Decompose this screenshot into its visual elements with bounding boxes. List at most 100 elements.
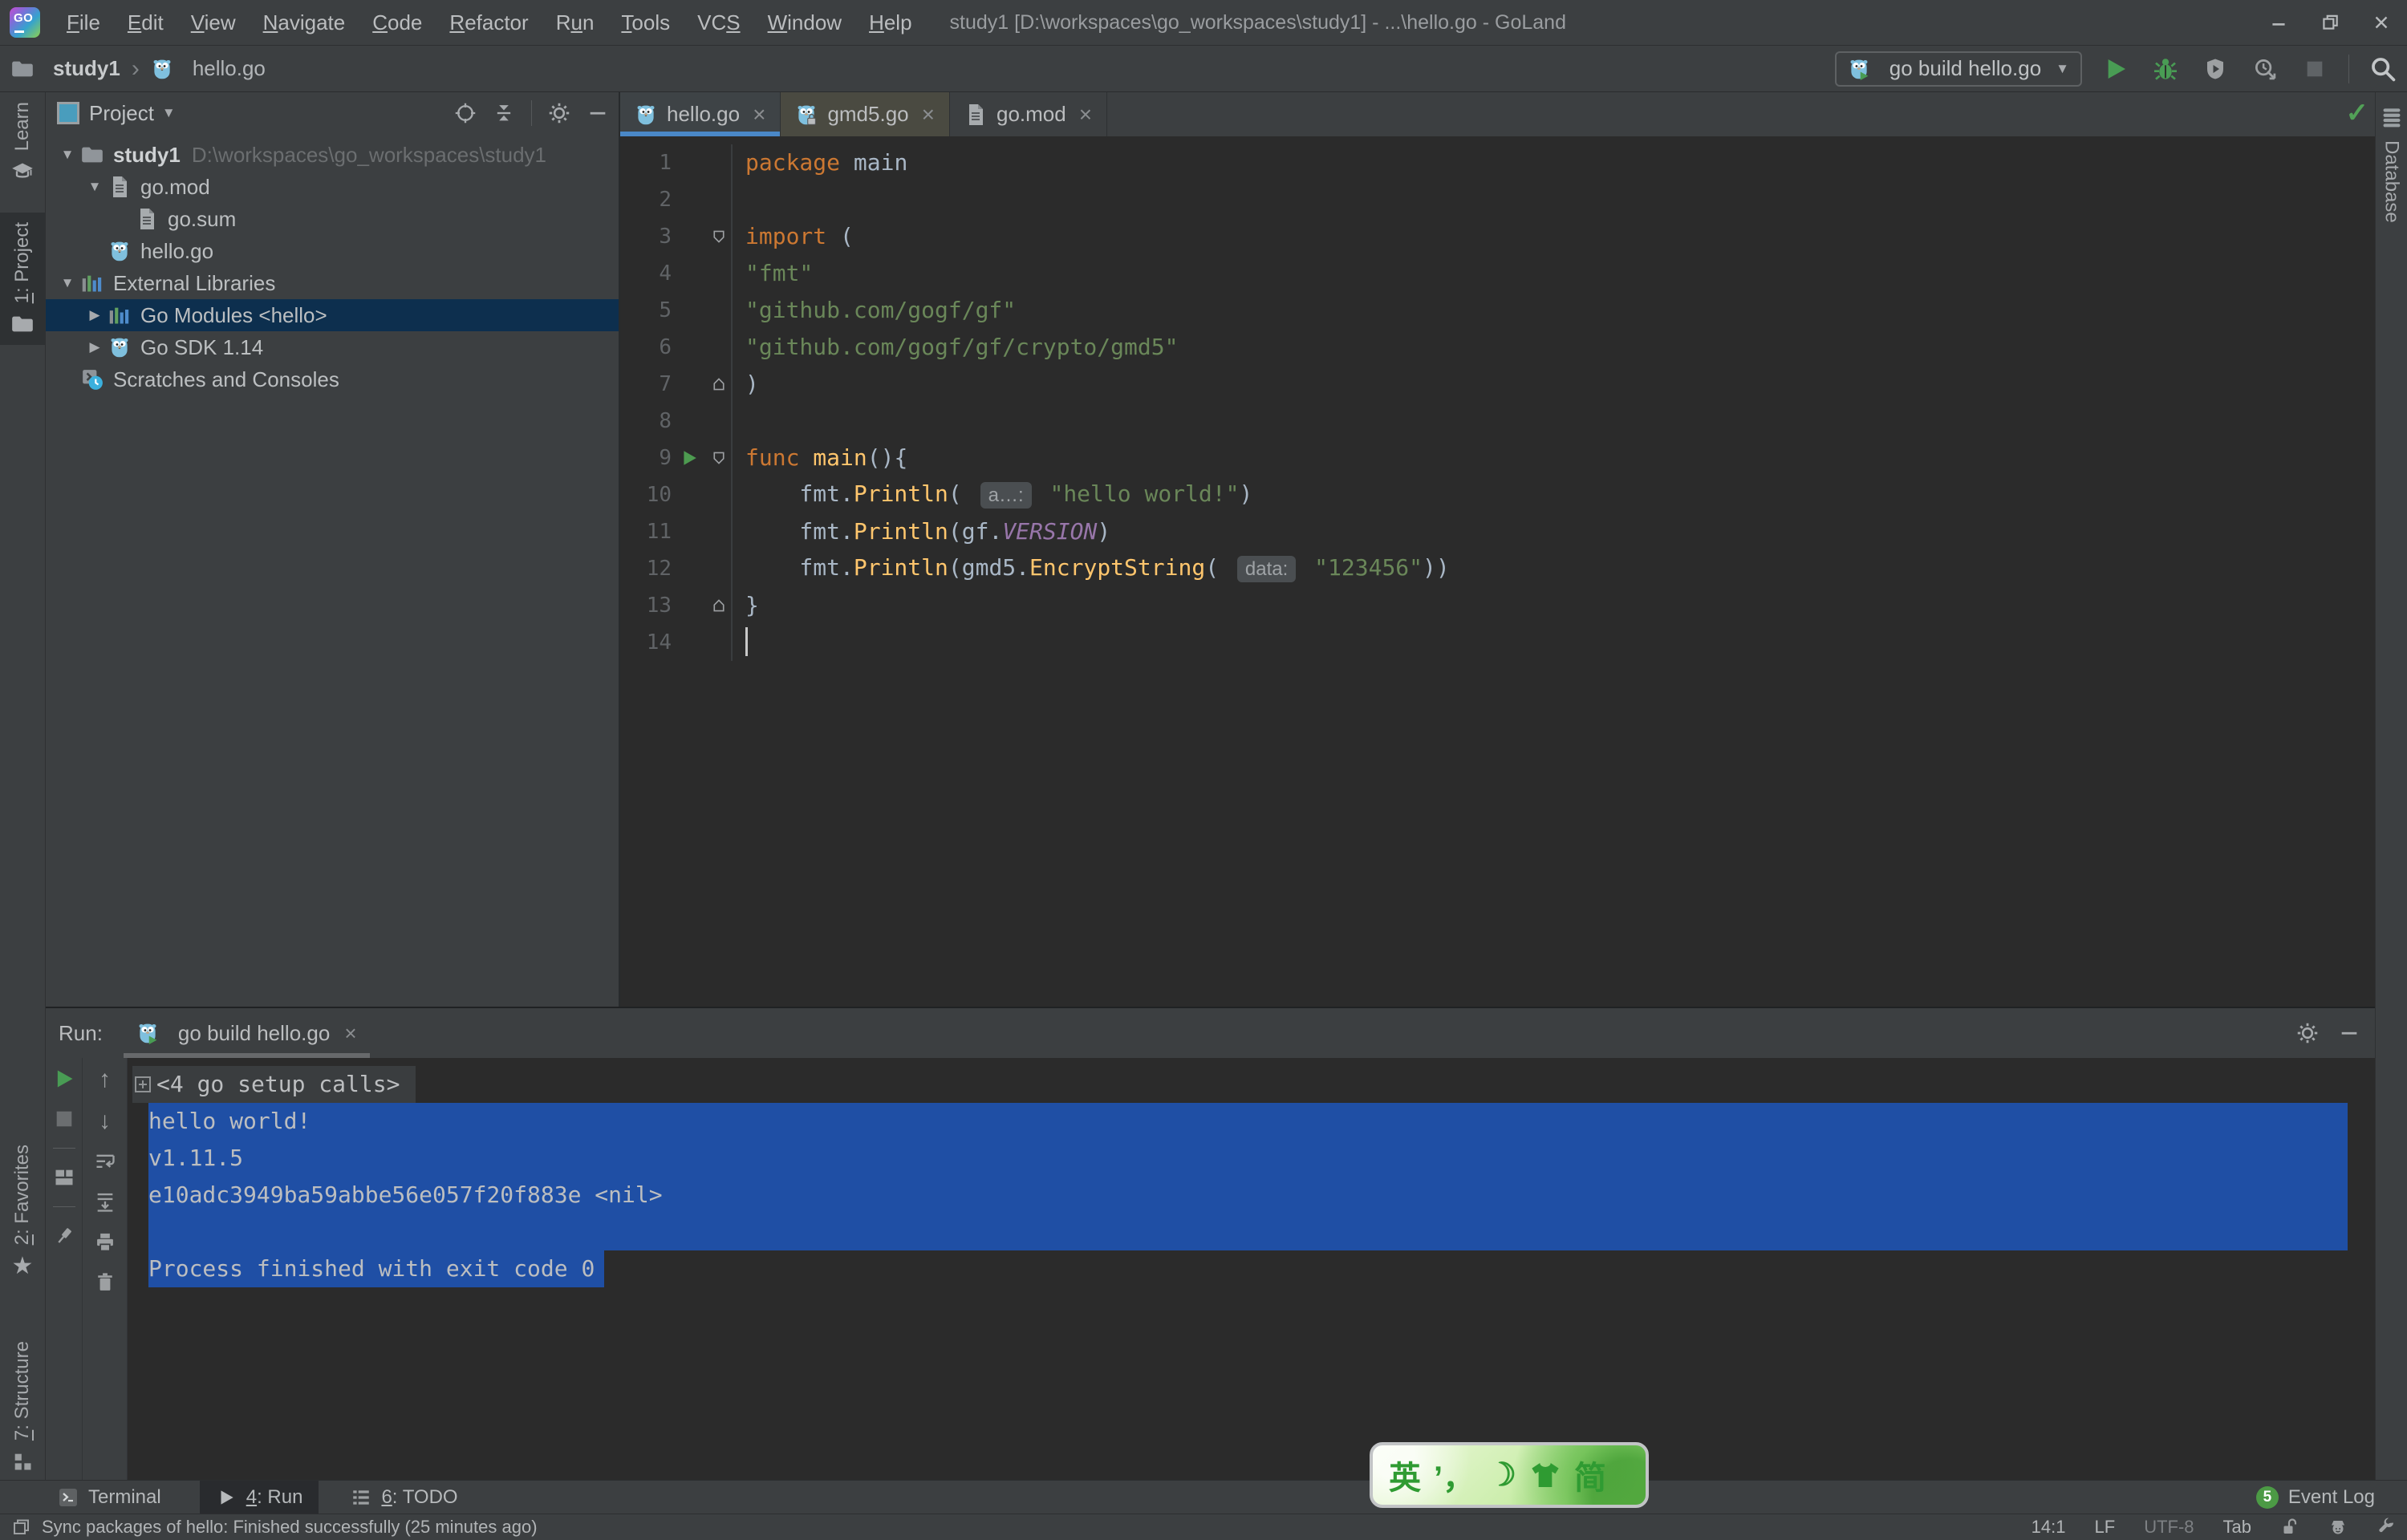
run-console-tab[interactable]: go build hello.go × [124,1008,370,1058]
ime-language-popup[interactable]: 英 ’， ☽ 简 [1370,1442,1649,1508]
close-icon[interactable]: × [344,1021,356,1046]
locate-file-button[interactable] [454,102,477,124]
breadcrumb-project[interactable]: study1 [53,56,120,81]
soft-wrap-button[interactable] [94,1151,116,1173]
tab-go.mod[interactable]: go.mod× [950,92,1107,136]
tree-collapse-icon[interactable]: ▼ [81,179,108,195]
line-number: 14 [620,624,672,661]
tree-item-external-libraries[interactable]: ▼External Libraries [46,267,619,299]
tab-gmd5.go[interactable]: gmd5.go× [781,92,950,136]
line-ending[interactable]: LF [2095,1517,2116,1538]
expand-fold-icon[interactable] [134,1076,152,1093]
tree-item-scratches-and-consoles[interactable]: Scratches and Consoles [46,363,619,395]
indent-style[interactable]: Tab [2223,1517,2251,1538]
close-button[interactable] [2356,0,2407,45]
wrench-icon[interactable] [2377,1518,2396,1537]
profiler-button[interactable] [2249,53,2281,85]
next-occurrence-button[interactable]: ↓ [99,1109,111,1133]
debug-button[interactable] [2149,53,2182,85]
menu-refactor[interactable]: Refactor [436,10,542,35]
restore-button[interactable] [2304,0,2356,45]
hide-run-panel-button[interactable] [2338,1022,2360,1044]
tool-button-project[interactable]: 1: Project [0,213,45,345]
tree-collapse-icon[interactable]: ▼ [54,275,81,291]
close-icon[interactable]: × [753,102,765,128]
pin-tab-button[interactable] [53,1225,75,1247]
gofile-icon [136,208,160,230]
menu-run[interactable]: Run [542,10,608,35]
menu-file[interactable]: File [53,10,114,35]
run-line-icon[interactable] [672,449,707,467]
status-message[interactable]: Sync packages of hello: Finished success… [42,1517,538,1538]
fold-marker-icon[interactable] [707,587,733,624]
close-icon[interactable]: × [922,102,935,128]
tool-button-run[interactable]: 4: Run [200,1481,319,1514]
tool-button-event-log[interactable]: 5 Event Log [2256,1486,2407,1509]
tool-button-terminal[interactable]: Terminal [42,1481,177,1514]
project-panel-title[interactable]: Project [89,101,154,126]
menu-view[interactable]: View [177,10,250,35]
background-tasks-icon[interactable] [11,1518,30,1537]
tree-item-study1[interactable]: ▼study1D:\workspaces\go_workspaces\study… [46,139,619,171]
run-button[interactable] [2100,53,2132,85]
tree-collapse-icon[interactable]: ▼ [54,147,81,163]
fold-gutter [707,624,733,661]
stop-button [53,1108,75,1130]
selected-output-text: Process finished with exit code 0 [148,1250,604,1287]
breadcrumb-file[interactable]: hello.go [193,56,266,81]
tree-item-go-modules-hello-[interactable]: ▶Go Modules <hello> [46,299,619,331]
tool-button-todo[interactable]: 6: TODO [335,1481,473,1514]
search-everywhere-button[interactable] [2367,53,2399,85]
tree-expand-icon[interactable]: ▶ [81,339,108,355]
tree-item-hello.go[interactable]: hello.go [46,235,619,267]
chevron-down-icon[interactable]: ▼ [162,105,176,121]
tree-expand-icon[interactable]: ▶ [81,307,108,323]
lock-open-icon[interactable] [2280,1518,2299,1537]
file-encoding[interactable]: UTF-8 [2144,1517,2194,1538]
print-button[interactable] [94,1231,116,1254]
libs-icon [81,272,105,294]
tool-button-structure[interactable]: 7: Structure [0,1331,45,1482]
clear-console-button[interactable] [94,1271,116,1294]
collapse-all-button[interactable] [493,102,515,124]
moon-icon: ☽ [1488,1457,1516,1493]
menu-code[interactable]: Code [359,10,436,35]
collapsed-fold[interactable]: <4 go setup calls> [132,1066,416,1103]
highlighting-level-icon[interactable] [2328,1518,2348,1537]
run-settings-gear-icon[interactable] [2296,1022,2319,1044]
restore-layout-button[interactable] [53,1166,75,1189]
close-icon[interactable]: × [1079,102,1092,128]
menu-tools[interactable]: Tools [607,10,684,35]
hide-panel-button[interactable] [587,102,609,124]
fold-marker-icon[interactable] [707,366,733,403]
minimize-button[interactable] [2253,0,2304,45]
fold-marker-icon[interactable] [707,218,733,255]
line-number: 3 [620,218,672,255]
run-console-output[interactable]: <4 go setup calls>hello world!v1.11.5e10… [128,1058,2375,1480]
scroll-to-end-button[interactable] [94,1191,116,1214]
tool-button-database[interactable]: Database [2376,97,2407,233]
menu-help[interactable]: Help [855,10,925,35]
fold-marker-icon[interactable] [707,440,733,476]
todo-label: 6: TODO [381,1486,457,1509]
code-editor[interactable]: 1package main23import (4"fmt"5"github.co… [620,136,2375,1007]
menu-vcs[interactable]: VCS [684,10,753,35]
line-number: 2 [620,181,672,218]
tree-item-go.sum[interactable]: go.sum [46,203,619,235]
inspection-ok-icon[interactable]: ✓ [2346,97,2369,129]
tool-button-favorites[interactable]: 2: Favorites ★ [0,1135,45,1288]
settings-gear-icon[interactable] [548,102,570,124]
run-configuration-select[interactable]: go build hello.go ▼ [1835,51,2082,87]
fold-gutter [707,476,733,513]
prev-occurrence-button[interactable]: ↑ [99,1068,111,1092]
menu-navigate[interactable]: Navigate [250,10,359,35]
tree-item-go-sdk-1.14[interactable]: ▶Go SDK 1.14 [46,331,619,363]
menu-edit[interactable]: Edit [114,10,177,35]
tree-item-go.mod[interactable]: ▼go.mod [46,171,619,203]
menu-window[interactable]: Window [754,10,855,35]
caret-position[interactable]: 14:1 [2032,1517,2066,1538]
tool-button-learn[interactable]: Learn [0,92,45,192]
rerun-button[interactable] [53,1068,75,1090]
tab-hello.go[interactable]: hello.go× [620,92,781,136]
coverage-button[interactable] [2199,53,2231,85]
